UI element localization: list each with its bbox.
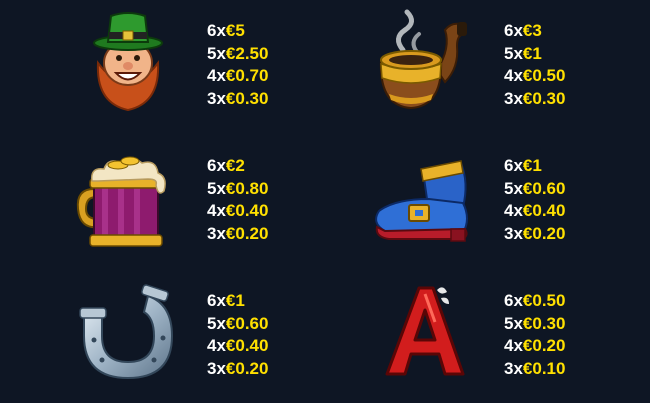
payout-value: €0.40 [522, 201, 566, 220]
match-count: 3x [504, 88, 523, 108]
match-count: 5x [207, 313, 226, 333]
match-count: 5x [504, 43, 523, 63]
match-count: 6x [504, 291, 523, 310]
payout-value: €1 [522, 156, 542, 175]
payout-value: €0.20 [522, 223, 566, 243]
payout-value: €2 [225, 156, 245, 175]
payout-row: 6x€0.50 [504, 290, 565, 313]
payout-list: 6x€3 5x€1 4x€0.50 3x€0.30 [504, 20, 565, 110]
payout-row: 3x€0.30 [504, 88, 565, 111]
payout-row: 5x€0.60 [207, 313, 268, 336]
payout-row: 3x€0.30 [207, 88, 268, 111]
match-count: 5x [207, 178, 226, 198]
payout-row: 5x€0.60 [504, 178, 565, 201]
payout-row: 5x€2.50 [207, 43, 268, 66]
paytable-entry-boot: 6x€1 5x€0.60 4x€0.40 3x€0.20 [297, 135, 622, 268]
payout-value: €0.70 [225, 66, 269, 85]
match-count: 3x [504, 223, 523, 243]
payout-value: €0.30 [225, 88, 269, 108]
match-count: 5x [207, 43, 226, 63]
paytable: 6x€5 5x€2.50 4x€0.70 3x€0.30 6x€3 5x€1 4… [0, 0, 650, 400]
match-count: 5x [504, 178, 523, 198]
payout-row: 3x€0.20 [207, 223, 268, 246]
beer-mug-icon [68, 143, 188, 253]
payout-list: 6x€2 5x€0.80 4x€0.40 3x€0.20 [207, 155, 268, 245]
match-count: 5x [504, 313, 523, 333]
payout-row: 6x€1 [207, 290, 268, 313]
paytable-entry-leprechaun: 6x€5 5x€2.50 4x€0.70 3x€0.30 [0, 0, 325, 133]
payout-row: 4x€0.40 [504, 200, 565, 223]
paytable-entry-letter-a: 6x€0.50 5x€0.30 4x€0.20 3x€0.10 [297, 270, 622, 403]
payout-value: €3 [522, 21, 542, 40]
leprechaun-icon [68, 8, 188, 118]
payout-row: 5x€1 [504, 43, 565, 66]
payout-row: 3x€0.20 [207, 358, 268, 381]
payout-value: €0.80 [225, 178, 269, 198]
payout-row: 5x€0.80 [207, 178, 268, 201]
payout-row: 6x€1 [504, 155, 565, 178]
match-count: 4x [504, 66, 523, 85]
pipe-icon [365, 8, 485, 118]
payout-row: 4x€0.40 [207, 200, 268, 223]
paytable-entry-horseshoe: 6x€1 5x€0.60 4x€0.40 3x€0.20 [0, 270, 325, 403]
horseshoe-icon [68, 278, 188, 388]
payout-row: 6x€2 [207, 155, 268, 178]
match-count: 6x [207, 156, 226, 175]
payout-value: €1 [225, 291, 245, 310]
payout-value: €5 [225, 21, 245, 40]
match-count: 6x [207, 291, 226, 310]
payout-row: 6x€5 [207, 20, 268, 43]
match-count: 3x [207, 88, 226, 108]
payout-value: €0.20 [522, 336, 566, 355]
payout-value: €0.10 [522, 358, 566, 378]
match-count: 3x [207, 358, 226, 378]
payout-value: €2.50 [225, 43, 269, 63]
payout-list: 6x€1 5x€0.60 4x€0.40 3x€0.20 [504, 155, 565, 245]
match-count: 3x [504, 358, 523, 378]
payout-list: 6x€1 5x€0.60 4x€0.40 3x€0.20 [207, 290, 268, 380]
match-count: 6x [504, 21, 523, 40]
match-count: 4x [504, 336, 523, 355]
payout-row: 3x€0.10 [504, 358, 565, 381]
payout-row: 4x€0.50 [504, 65, 565, 88]
match-count: 4x [207, 336, 226, 355]
payout-value: €0.60 [225, 313, 269, 333]
paytable-entry-pipe: 6x€3 5x€1 4x€0.50 3x€0.30 [297, 0, 622, 133]
payout-value: €1 [522, 43, 542, 63]
payout-list: 6x€0.50 5x€0.30 4x€0.20 3x€0.10 [504, 290, 565, 380]
boot-icon [365, 143, 485, 253]
match-count: 6x [207, 21, 226, 40]
payout-list: 6x€5 5x€2.50 4x€0.70 3x€0.30 [207, 20, 268, 110]
payout-row: 5x€0.30 [504, 313, 565, 336]
payout-row: 4x€0.20 [504, 335, 565, 358]
payout-row: 4x€0.70 [207, 65, 268, 88]
payout-value: €0.20 [225, 223, 269, 243]
paytable-entry-beer-mug: 6x€2 5x€0.80 4x€0.40 3x€0.20 [0, 135, 325, 268]
payout-row: 3x€0.20 [504, 223, 565, 246]
payout-value: €0.30 [522, 88, 566, 108]
match-count: 6x [504, 156, 523, 175]
payout-value: €0.30 [522, 313, 566, 333]
payout-value: €0.50 [522, 66, 566, 85]
payout-value: €0.40 [225, 336, 269, 355]
match-count: 4x [504, 201, 523, 220]
match-count: 3x [207, 223, 226, 243]
payout-value: €0.40 [225, 201, 269, 220]
payout-value: €0.60 [522, 178, 566, 198]
letter-a-icon [365, 278, 485, 388]
payout-row: 6x€3 [504, 20, 565, 43]
payout-row: 4x€0.40 [207, 335, 268, 358]
payout-value: €0.50 [522, 291, 566, 310]
match-count: 4x [207, 201, 226, 220]
payout-value: €0.20 [225, 358, 269, 378]
match-count: 4x [207, 66, 226, 85]
